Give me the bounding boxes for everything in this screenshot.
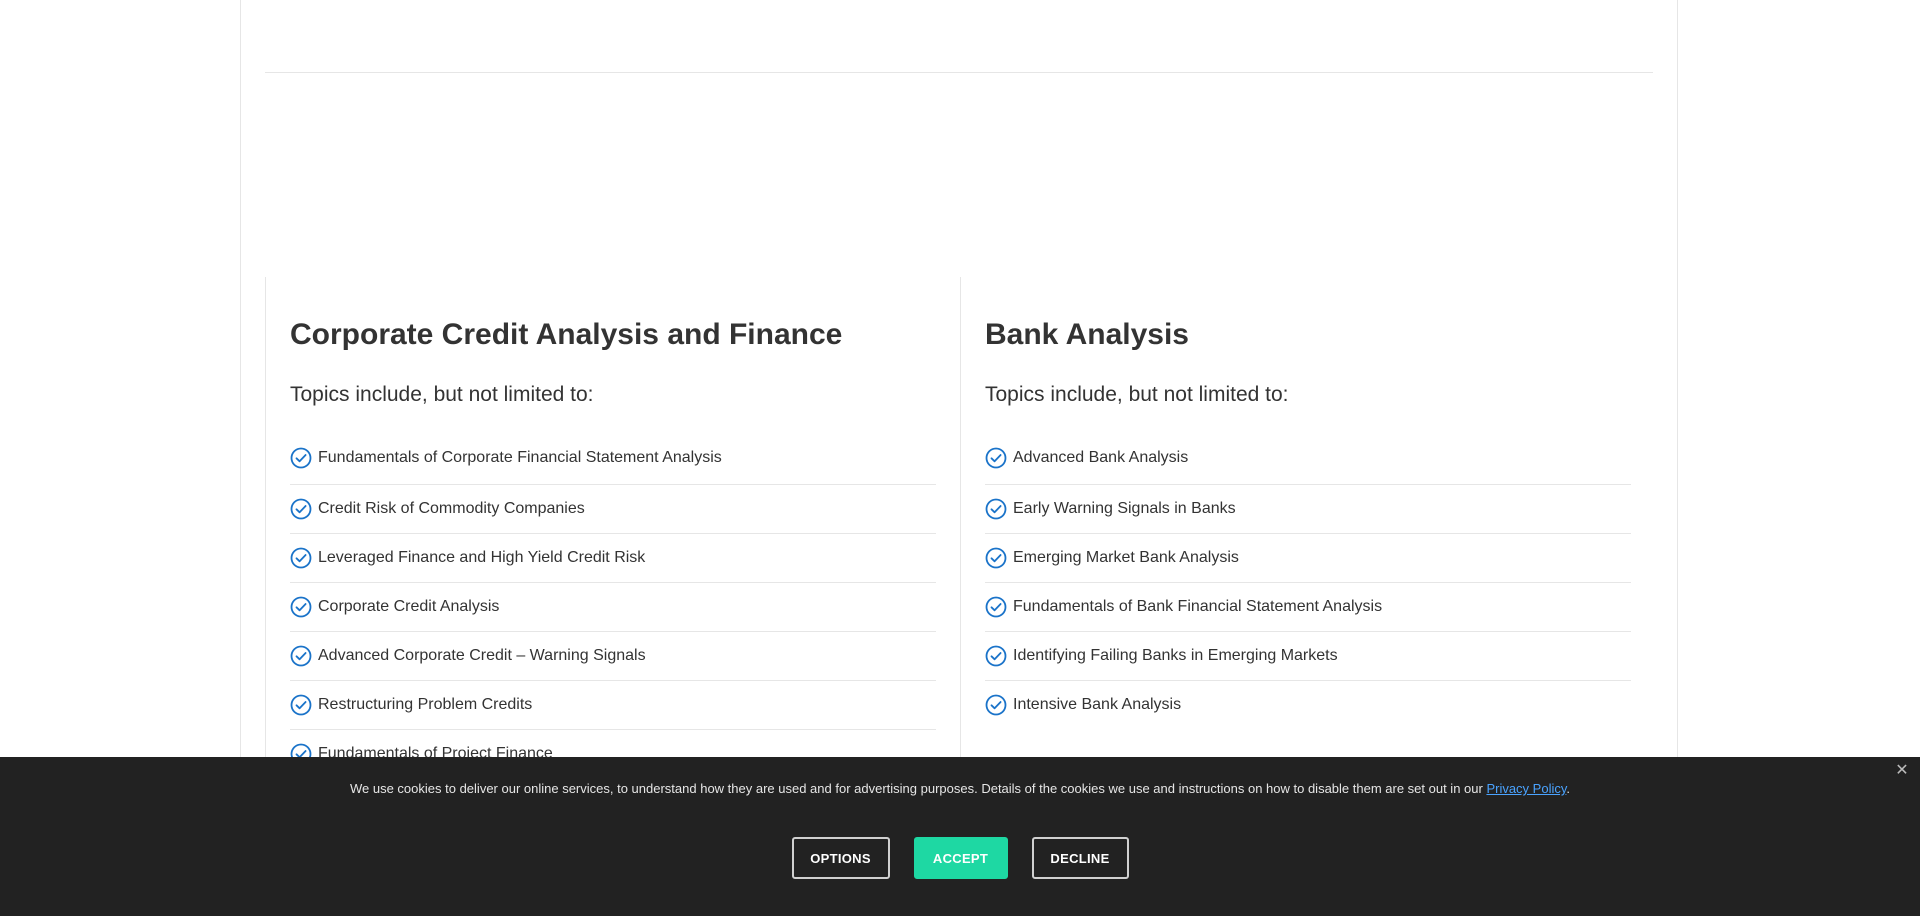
list-item: Fundamentals of Corporate Financial Stat… xyxy=(290,447,936,485)
check-circle-icon xyxy=(290,645,312,667)
topic-label: Credit Risk of Commodity Companies xyxy=(318,500,585,517)
check-circle-icon xyxy=(290,547,312,569)
cookie-message-text: We use cookies to deliver our online ser… xyxy=(349,781,1487,796)
topic-label: Leveraged Finance and High Yield Credit … xyxy=(318,549,646,566)
list-item: Credit Risk of Commodity Companies xyxy=(290,485,936,534)
cookie-message: We use cookies to deliver our online ser… xyxy=(0,781,1920,797)
check-circle-icon xyxy=(985,547,1007,569)
list-item: Identifying Failing Banks in Emerging Ma… xyxy=(985,632,1631,681)
topic-label: Identifying Failing Banks in Emerging Ma… xyxy=(1013,647,1338,664)
check-circle-icon xyxy=(290,694,312,716)
topic-label: Fundamentals of Corporate Financial Stat… xyxy=(318,449,722,466)
topic-label: Advanced Corporate Credit – Warning Sign… xyxy=(318,647,646,664)
decline-button[interactable]: DECLINE xyxy=(1031,837,1129,879)
check-circle-icon xyxy=(985,447,1007,469)
column-title: Bank Analysis xyxy=(985,318,1189,351)
check-circle-icon xyxy=(985,694,1007,716)
list-item: Early Warning Signals in Banks xyxy=(985,485,1631,534)
page: Corporate Credit Analysis and Finance To… xyxy=(0,0,1920,916)
topic-label: Advanced Bank Analysis xyxy=(1013,449,1189,466)
close-icon[interactable]: ✕ xyxy=(1892,761,1912,781)
check-circle-icon xyxy=(985,645,1007,667)
topic-label: Fundamentals of Bank Financial Statement… xyxy=(1013,598,1383,615)
topic-label: Corporate Credit Analysis xyxy=(318,598,500,615)
list-item: Restructuring Problem Credits xyxy=(290,681,936,730)
list-item: Emerging Market Bank Analysis xyxy=(985,534,1631,583)
list-item: Corporate Credit Analysis xyxy=(290,583,936,632)
cookie-message-end: . xyxy=(1566,781,1571,796)
cookie-banner: ✕ We use cookies to deliver our online s… xyxy=(0,757,1920,916)
accept-button[interactable]: ACCEPT xyxy=(913,837,1008,879)
column-title: Corporate Credit Analysis and Finance xyxy=(290,318,843,351)
cookie-buttons: OPTIONS ACCEPT DECLINE xyxy=(0,837,1920,879)
topic-label: Emerging Market Bank Analysis xyxy=(1013,549,1239,566)
column-subtitle: Topics include, but not limited to: xyxy=(290,383,594,406)
check-circle-icon xyxy=(290,498,312,520)
options-button[interactable]: OPTIONS xyxy=(791,837,890,879)
divider xyxy=(265,72,1653,73)
list-item: Fundamentals of Bank Financial Statement… xyxy=(985,583,1631,632)
topic-label: Early Warning Signals in Banks xyxy=(1013,500,1236,517)
privacy-policy-link[interactable]: Privacy Policy xyxy=(1486,781,1566,796)
list-item: Leveraged Finance and High Yield Credit … xyxy=(290,534,936,583)
check-circle-icon xyxy=(290,447,312,469)
topic-list: Fundamentals of Corporate Financial Stat… xyxy=(290,447,936,779)
topic-label: Restructuring Problem Credits xyxy=(318,696,533,713)
list-item: Advanced Corporate Credit – Warning Sign… xyxy=(290,632,936,681)
check-circle-icon xyxy=(985,596,1007,618)
column-subtitle: Topics include, but not limited to: xyxy=(985,383,1289,406)
list-item: Intensive Bank Analysis xyxy=(985,681,1631,729)
topic-label: Intensive Bank Analysis xyxy=(1013,696,1182,713)
check-circle-icon xyxy=(985,498,1007,520)
topic-list: Advanced Bank Analysis Early Warning Sig… xyxy=(985,447,1631,729)
list-item: Advanced Bank Analysis xyxy=(985,447,1631,485)
check-circle-icon xyxy=(290,596,312,618)
